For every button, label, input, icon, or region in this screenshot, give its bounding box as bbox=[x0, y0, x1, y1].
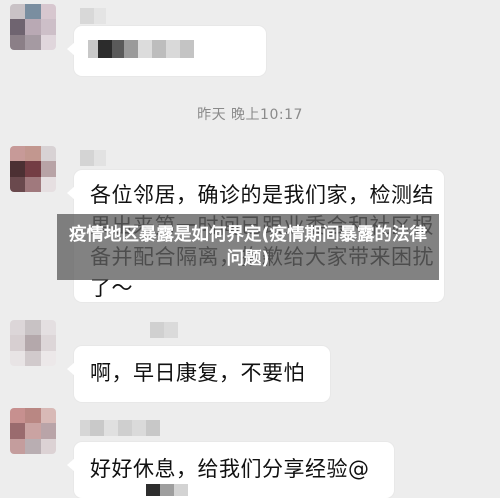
message-timestamp: 昨天 晚上10:17 bbox=[197, 107, 303, 123]
article-title-banner: 疫情地区暴露是如何界定(疫情期间暴露的法律问题) bbox=[57, 214, 439, 280]
message-text: 啊，早日康复，不要怕 bbox=[90, 361, 305, 385]
message-bubble[interactable]: 啊，早日康复，不要怕 bbox=[67, 346, 330, 402]
avatar[interactable] bbox=[10, 146, 56, 192]
sender-name-redacted bbox=[80, 8, 106, 24]
redacted-message-content bbox=[88, 40, 194, 58]
sender-name-redacted bbox=[150, 322, 178, 338]
avatar[interactable] bbox=[10, 4, 56, 50]
avatar[interactable] bbox=[10, 320, 56, 366]
message-bubble[interactable]: 好好休息，给我们分享经验@ bbox=[67, 442, 394, 498]
article-title: 疫情地区暴露是如何界定(疫情期间暴露的法律问题) bbox=[69, 225, 427, 269]
sender-name-redacted bbox=[80, 420, 160, 436]
sender-name-redacted bbox=[80, 150, 106, 166]
message-bubble[interactable] bbox=[67, 26, 266, 76]
avatar[interactable] bbox=[10, 408, 56, 454]
message-text: 好好休息，给我们分享经验@ bbox=[90, 457, 370, 481]
redacted-content bbox=[146, 484, 188, 496]
